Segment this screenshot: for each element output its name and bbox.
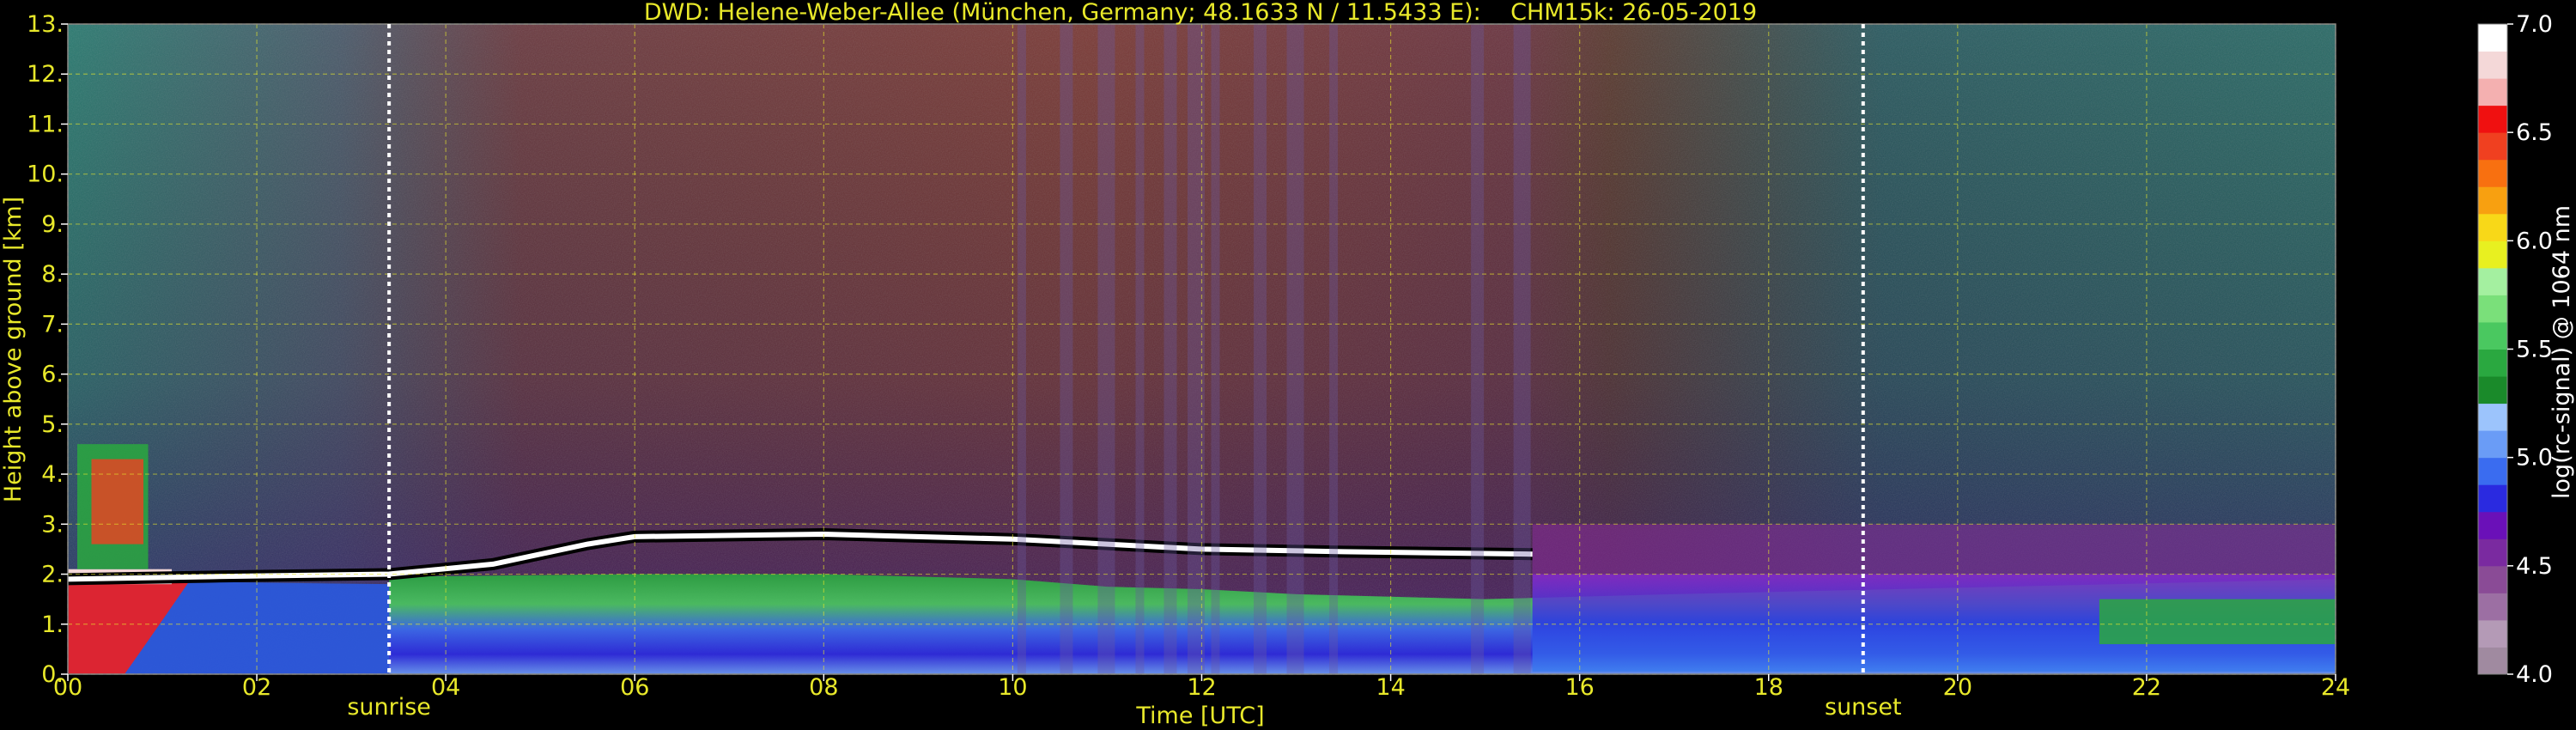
x-tick-label: 16 [1564, 674, 1594, 701]
x-tick-label: 20 [1943, 674, 1972, 701]
colorbar-segment [2478, 593, 2507, 621]
x-tick-label: 02 [242, 674, 271, 701]
sunrise-label: sunrise [347, 694, 431, 721]
y-tick-label: 3. [41, 511, 64, 538]
colorbar-segment [2478, 511, 2507, 539]
colorbar-segment [2478, 321, 2507, 350]
morning-cloud-core [91, 459, 144, 544]
colorbar-segment [2478, 78, 2507, 106]
signal-streak [1017, 24, 1026, 674]
signal-streak [1097, 24, 1115, 674]
colorbar-segment [2478, 213, 2507, 241]
colorbar: 4.0 4.5 5.0 5.5 6.0 6.5 7.0 [2477, 11, 2553, 688]
colorbar-tick-label: 6.5 [2516, 119, 2553, 146]
colorbar-segment [2478, 105, 2507, 133]
x-tick-label: 22 [2132, 674, 2161, 701]
colorbar-segment [2478, 484, 2507, 513]
colorbar-segment [2478, 186, 2507, 215]
signal-streak [1211, 24, 1220, 674]
colorbar-segment [2478, 24, 2507, 52]
x-tick-label: 04 [431, 674, 460, 701]
colorbar-segment [2478, 619, 2507, 648]
colorbar-label: log(rc-signal) @ 1064 nm [2549, 205, 2575, 499]
colorbar-segment [2478, 159, 2507, 187]
y-tick-label: 2. [41, 562, 64, 588]
y-tick-label: 13. [27, 11, 64, 38]
signal-streak [1286, 24, 1304, 674]
colorbar-tick-label: 7.0 [2516, 11, 2553, 38]
signal-streak [1163, 24, 1177, 674]
x-tick-label: 08 [809, 674, 838, 701]
signal-streak [1329, 24, 1339, 674]
y-tick-label: 11. [27, 111, 64, 137]
x-tick-label: 18 [1754, 674, 1783, 701]
colorbar-tick-label: 5.5 [2516, 337, 2553, 363]
y-tick-label: 8. [41, 261, 64, 288]
y-tick-label: 9. [41, 211, 64, 238]
x-tick-label: 24 [2321, 674, 2350, 701]
x-tick-label: 06 [620, 674, 649, 701]
colorbar-segment [2478, 267, 2507, 295]
x-tick-label: 14 [1376, 674, 1405, 701]
evening-green-patch [2099, 599, 2336, 645]
colorbar-segment [2478, 647, 2507, 675]
y-tick-label: 12. [27, 61, 64, 88]
x-axis-label: Time [UTC] [1135, 703, 1264, 729]
colorbar-tick-label: 4.0 [2516, 661, 2553, 688]
colorbar-segment [2478, 403, 2507, 431]
colorbar-segment [2478, 538, 2507, 567]
chart-title: DWD: Helene-Weber-Allee (München, German… [644, 0, 1757, 26]
signal-streak [1060, 24, 1073, 674]
y-tick-label: 0. [41, 661, 64, 688]
y-tick-label: 6. [41, 362, 64, 388]
y-tick-label: 1. [41, 611, 64, 638]
evening-aerosol-layer [1532, 524, 2336, 575]
sunset-label: sunset [1825, 694, 1902, 721]
y-tick-label: 4. [41, 461, 64, 488]
colorbar-segment [2478, 376, 2507, 405]
signal-streak [1254, 24, 1267, 674]
signal-streak [1513, 24, 1531, 674]
colorbar-segment [2478, 457, 2507, 485]
x-tick-label: 12 [1187, 674, 1216, 701]
y-tick-label: 10. [27, 161, 64, 188]
colorbar-segment [2478, 430, 2507, 459]
colorbar-tick-label: 4.5 [2516, 553, 2553, 580]
lidar-backscatter-chart: sunrise sunset 00 02 04 06 08 10 12 14 16 18 20 22 24… [0, 0, 2575, 729]
signal-streak [1471, 24, 1485, 674]
colorbar-segment [2478, 51, 2507, 79]
x-tick-label: 10 [998, 674, 1027, 701]
colorbar-segment [2478, 240, 2507, 269]
colorbar-tick-label: 5.0 [2516, 445, 2553, 471]
y-axis-label: Height above ground [km] [0, 197, 27, 502]
colorbar-segment [2478, 565, 2507, 593]
colorbar-segment [2478, 295, 2507, 323]
colorbar-segment [2478, 132, 2507, 161]
y-axis-ticks: 0. 1. 2. 3. 4. 5. 6. 7. 8. 9. 10. 11. 12. 13. [27, 11, 68, 688]
y-tick-label: 5. [41, 411, 64, 438]
signal-streak [1135, 24, 1145, 674]
colorbar-segment [2478, 349, 2507, 377]
colorbar-tick-label: 6.0 [2516, 228, 2553, 254]
y-tick-label: 7. [41, 311, 64, 338]
